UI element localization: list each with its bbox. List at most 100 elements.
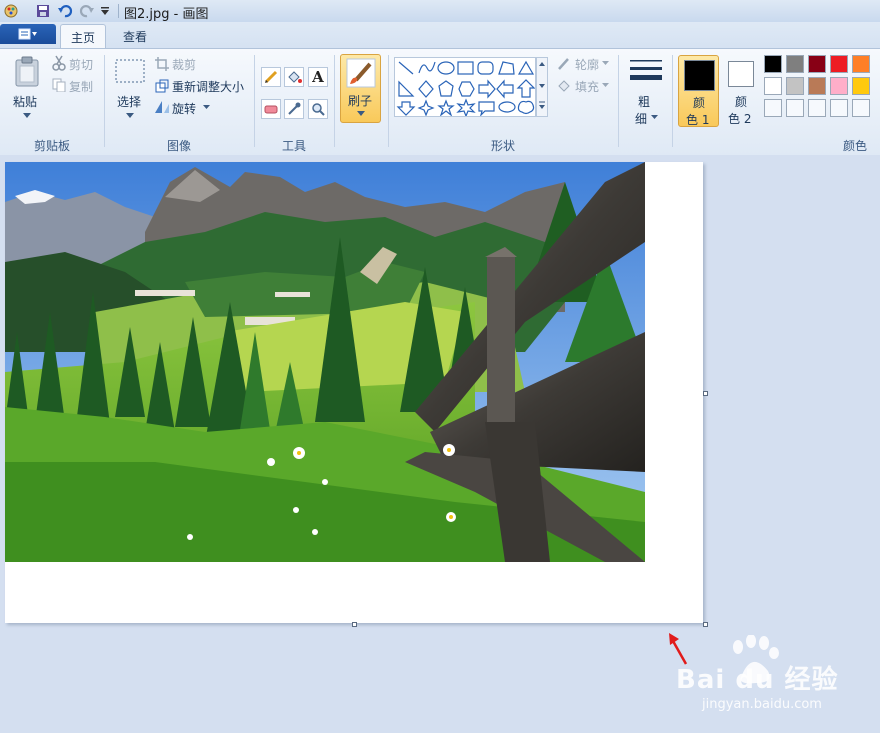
image-group-label: 图像 — [166, 139, 191, 153]
fill-button[interactable]: 填充 — [575, 78, 599, 95]
pencil-icon — [264, 70, 278, 84]
file-menu-icon — [18, 28, 37, 40]
title-separator — [116, 3, 120, 19]
tab-view[interactable]: 查看 — [114, 24, 156, 48]
resize-handle-corner[interactable] — [703, 622, 708, 627]
select-button[interactable]: 选择 — [117, 93, 141, 110]
ribbon-separator — [334, 55, 335, 147]
color1-button[interactable]: 颜 色 1 — [678, 55, 719, 127]
palette-empty-swatch[interactable] — [764, 99, 782, 117]
resize-handle-bottom[interactable] — [352, 622, 357, 627]
palette-empty-swatch[interactable] — [852, 99, 870, 117]
ribbon-separator — [104, 55, 105, 147]
paint-bucket-icon — [288, 71, 302, 83]
size-label: 细 — [635, 112, 648, 126]
outline-button[interactable]: 轮廓 — [575, 56, 599, 73]
color1-swatch — [684, 60, 715, 91]
clipboard-group-label: 剪贴板 — [33, 139, 70, 153]
brushes-label: 刷子 — [348, 94, 373, 108]
palette-swatch[interactable] — [764, 77, 782, 95]
rotate-dropdown-icon[interactable] — [202, 104, 210, 110]
redo-icon[interactable] — [78, 3, 96, 19]
cut-icon — [51, 55, 67, 71]
outline-icon — [556, 56, 572, 72]
canvas-workspace: Bai du 经验 jingyan.baidu.com — [0, 155, 880, 733]
palette-swatch[interactable] — [764, 55, 782, 73]
size-icon[interactable] — [628, 57, 664, 87]
palette-swatch[interactable] — [830, 77, 848, 95]
shapes-gallery-scrollbar[interactable] — [536, 57, 548, 117]
resize-button[interactable]: 重新调整大小 — [172, 78, 244, 95]
magnifier-tool-button[interactable] — [308, 99, 328, 119]
palette-swatch[interactable] — [786, 77, 804, 95]
pencil-tool-button[interactable] — [261, 67, 281, 87]
ribbon-separator — [388, 55, 389, 147]
palette-swatch[interactable] — [852, 77, 870, 95]
colors-group-label: 颜色 — [842, 139, 867, 153]
color-picker-tool-button[interactable] — [284, 99, 304, 119]
undo-icon[interactable] — [56, 3, 74, 19]
crop-button[interactable]: 裁剪 — [172, 56, 196, 73]
file-menu-button[interactable] — [0, 24, 56, 44]
select-icon[interactable] — [114, 57, 146, 85]
rotate-button[interactable]: 旋转 — [172, 100, 196, 117]
tab-home[interactable]: 主页 — [60, 24, 106, 49]
brush-icon — [346, 58, 376, 88]
brushes-dropdown-icon — [357, 111, 365, 116]
fill-tool-button[interactable] — [284, 67, 304, 87]
palette-swatch[interactable] — [830, 55, 848, 73]
size-dropdown-icon[interactable] — [650, 114, 658, 120]
baidu-watermark: Bai du 经验 jingyan.baidu.com — [676, 635, 866, 715]
paste-icon[interactable] — [12, 55, 42, 89]
cut-button[interactable]: 剪切 — [69, 56, 93, 73]
tab-home-label: 主页 — [70, 30, 95, 45]
watermark-url: jingyan.baidu.com — [702, 697, 822, 712]
crop-icon — [154, 56, 170, 72]
palette-empty-swatch[interactable] — [830, 99, 848, 117]
select-dropdown-icon[interactable] — [125, 111, 135, 119]
palette-swatch[interactable] — [852, 55, 870, 73]
watermark-brand: Bai du 经验 — [676, 665, 839, 695]
color2-swatch — [728, 61, 754, 87]
shapes-scroll-arrows-icon — [539, 62, 545, 109]
tab-view-label: 查看 — [122, 29, 147, 44]
window-title: 图2.jpg - 画图 — [124, 7, 209, 22]
shapes-group-label: 形状 — [490, 139, 515, 153]
palette-swatch[interactable] — [808, 55, 826, 73]
eraser-tool-button[interactable] — [261, 99, 281, 119]
customize-toolbar-dropdown-icon[interactable] — [98, 3, 112, 19]
outline-dropdown-icon[interactable] — [601, 60, 609, 66]
brushes-button[interactable]: 刷子 — [340, 54, 381, 123]
palette-empty-swatch[interactable] — [808, 99, 826, 117]
ribbon-separator — [672, 55, 673, 147]
paste-button[interactable]: 粘贴 — [13, 93, 37, 110]
palette-empty-swatch[interactable] — [786, 99, 804, 117]
ribbon-separator — [618, 55, 619, 147]
color2-label-b: 色 2 — [728, 112, 752, 126]
paste-dropdown-icon[interactable] — [22, 111, 32, 119]
title-bar: 图2.jpg - 画图 — [0, 0, 880, 23]
save-icon[interactable] — [34, 3, 52, 19]
ribbon-tab-row: 主页 查看 — [0, 22, 880, 49]
shapes-gallery[interactable] — [394, 57, 536, 118]
ribbon: 粘贴 剪切 复制 剪贴板 选择 裁剪 重新调整大小 旋转 图像 A 工具 刷子 … — [0, 48, 880, 156]
copy-button[interactable]: 复制 — [69, 78, 93, 95]
eyedropper-icon — [288, 102, 301, 115]
tools-group-label: 工具 — [281, 139, 306, 153]
text-tool-button[interactable]: A — [308, 67, 328, 87]
eraser-icon — [264, 105, 278, 114]
color2-label-a: 颜 — [735, 95, 748, 109]
fill-dropdown-icon[interactable] — [601, 82, 609, 88]
color1-label-b: 色 1 — [686, 113, 710, 127]
rotate-icon — [154, 99, 170, 115]
resize-icon — [154, 78, 170, 94]
drawing-canvas[interactable] — [5, 162, 703, 623]
magnifier-icon — [312, 103, 325, 116]
paint-app-icon[interactable] — [2, 3, 20, 19]
palette-swatch[interactable] — [808, 77, 826, 95]
color2-button[interactable]: 颜 色 2 — [721, 55, 762, 127]
ribbon-separator — [254, 55, 255, 147]
size-button[interactable]: 粗 — [638, 93, 650, 110]
resize-handle-right[interactable] — [703, 391, 708, 396]
palette-swatch[interactable] — [786, 55, 804, 73]
